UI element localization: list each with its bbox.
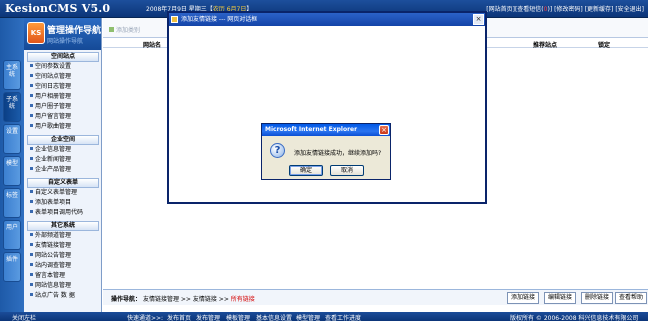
breadcrumb-friend-links[interactable]: 友情链接管理	[143, 296, 179, 303]
tab-models[interactable]: 模型	[3, 156, 21, 186]
add-icon	[109, 27, 114, 32]
bullet-icon	[30, 263, 33, 266]
bullet-icon	[30, 74, 33, 77]
bullet-icon	[30, 200, 33, 203]
bottom-bar: 操作导航： 友情链接管理 >> 友情链接 >> 所有链接 添加链接 编辑链接 删…	[103, 289, 648, 305]
bullet-icon	[30, 147, 33, 150]
question-icon: ?	[270, 143, 285, 158]
sidebar-item-enterprise-info[interactable]: 企业信息管理	[30, 146, 71, 154]
ok-button[interactable]: 确定	[289, 165, 323, 176]
section-enterprise: 企业空间	[27, 135, 99, 145]
delete-link-button[interactable]: 删除链接	[581, 292, 614, 304]
messages-link[interactable]: [查看短信(	[515, 6, 544, 13]
bullet-icon	[30, 273, 33, 276]
vertical-tabs: 主系统 子系统 设置 模型 标签 用户 插件	[0, 18, 24, 312]
dialog-titlebar[interactable]: 添加友情链接 --- 网页对话框	[169, 13, 485, 26]
confirm-message: 添加友情链接成功，继续添加吗?	[294, 150, 382, 157]
sidebar-item-enterprise-products[interactable]: 企业产品管理	[30, 166, 71, 174]
tab-sub-system[interactable]: 子系统	[3, 92, 21, 122]
section-space: 空间站点	[27, 52, 99, 62]
breadcrumb-label: 操作导航：	[111, 296, 142, 303]
tab-main-system[interactable]: 主系统	[3, 60, 21, 90]
home-link[interactable]: [网站首页]	[486, 6, 515, 13]
add-category-button[interactable]: 添加类别	[109, 25, 140, 34]
bullet-icon	[30, 243, 33, 246]
breadcrumb: 操作导航： 友情链接管理 >> 友情链接 >> 所有链接	[111, 294, 255, 303]
footer: 关闭左栏 快速通道>>: 发布首页 发布管理 模板管理 基本信息设置 模型管理 …	[0, 312, 648, 322]
sidebar-item-user-messages[interactable]: 用户留言管理	[30, 113, 71, 121]
sidebar-item-space-settings[interactable]: 空间参数设置	[30, 63, 71, 71]
bullet-icon	[30, 233, 33, 236]
sidebar-item-user-albums[interactable]: 用户相册管理	[30, 93, 71, 101]
sidebar-item-user-songs[interactable]: 用户歌曲管理	[30, 123, 71, 131]
sidebar-item-form-manage[interactable]: 自定义表单管理	[30, 189, 77, 197]
sidebar-item-surveys[interactable]: 站内调查管理	[30, 262, 71, 270]
bullet-icon	[30, 104, 33, 107]
breadcrumb-all-links: 所有链接	[230, 296, 255, 303]
bullet-icon	[30, 293, 33, 296]
sidebar: KS 管理操作导航 网站操作导航 空间站点 空间参数设置 空间站点管理 空间日志…	[24, 18, 102, 312]
sidebar-item-form-add[interactable]: 添加表单项目	[30, 199, 71, 207]
sidebar-item-enterprise-news[interactable]: 企业新闻管理	[30, 156, 71, 164]
logout-link[interactable]: [安全退出]	[615, 6, 644, 13]
update-cache-link[interactable]: [更新缓存]	[585, 6, 614, 13]
close-icon[interactable]: ×	[379, 125, 389, 135]
tab-tags[interactable]: 标签	[3, 188, 21, 218]
breadcrumb-links[interactable]: 友情链接	[193, 296, 217, 303]
sidebar-item-external-channels[interactable]: 外部频道管理	[30, 232, 71, 240]
sidebar-item-user-circles[interactable]: 用户圈子管理	[30, 103, 71, 111]
logo-subtitle: 网站操作导航	[47, 38, 84, 45]
column-locked: 锁定	[598, 42, 611, 49]
section-other-systems: 其它系统	[27, 221, 99, 231]
bullet-icon	[30, 64, 33, 67]
top-links: [网站首页][查看短信(0)] [修改密码] [更新缓存] [安全退出]	[486, 4, 644, 13]
sidebar-item-space-sites[interactable]: 空间站点管理	[30, 73, 71, 81]
sidebar-item-friend-links[interactable]: 友情链接管理	[30, 242, 71, 250]
tab-users[interactable]: 用户	[3, 220, 21, 250]
column-recommended: 推荐站点	[533, 42, 558, 49]
change-password-link[interactable]: [修改密码]	[554, 6, 583, 13]
close-icon[interactable]: ×	[473, 14, 484, 25]
confirm-dialog: Microsoft Internet Explorer × ? 添加友情链接成功…	[261, 123, 391, 180]
tab-settings[interactable]: 设置	[3, 124, 21, 154]
app-brand: KesionCMS V5.0	[5, 2, 111, 15]
bullet-icon	[30, 124, 33, 127]
bullet-icon	[30, 210, 33, 213]
bullet-icon	[30, 94, 33, 97]
bullet-icon	[30, 190, 33, 193]
add-link-button[interactable]: 添加链接	[507, 292, 540, 304]
bullet-icon	[30, 167, 33, 170]
bullet-icon	[30, 283, 33, 286]
bullet-icon	[30, 157, 33, 160]
sidebar-item-space-logs[interactable]: 空间日志管理	[30, 83, 71, 91]
sidebar-logo: KS 管理操作导航 网站操作导航	[24, 18, 102, 50]
help-button[interactable]: 查看帮助	[615, 292, 648, 304]
sidebar-item-form-code[interactable]: 表单项目调用代码	[30, 209, 83, 217]
column-site-name: 网站名	[143, 42, 162, 49]
confirm-titlebar[interactable]: Microsoft Internet Explorer	[262, 124, 390, 136]
tab-plugins[interactable]: 插件	[3, 252, 21, 282]
edit-link-button[interactable]: 编辑链接	[544, 292, 577, 304]
sidebar-item-site-ads[interactable]: 站点广告 数 据	[30, 292, 75, 300]
section-custom-forms: 自定义表单	[27, 178, 99, 188]
logo-title: 管理操作导航	[47, 26, 102, 36]
dialog-title: 添加友情链接 --- 网页对话框	[181, 16, 258, 23]
sidebar-item-site-info[interactable]: 网站信息管理	[30, 282, 71, 290]
cancel-button[interactable]: 取消	[330, 165, 364, 176]
messages-link-end[interactable]: )]	[547, 6, 552, 13]
sidebar-item-announcements[interactable]: 网站公告管理	[30, 252, 71, 260]
breadcrumb-separator: >>	[218, 296, 229, 303]
bullet-icon	[30, 84, 33, 87]
page-icon	[171, 16, 178, 23]
bullet-icon	[30, 253, 33, 256]
sidebar-item-guestbook[interactable]: 留言本管理	[30, 272, 65, 280]
bullet-icon	[30, 114, 33, 117]
logo-icon: KS	[27, 22, 45, 44]
breadcrumb-separator: >>	[180, 296, 191, 303]
